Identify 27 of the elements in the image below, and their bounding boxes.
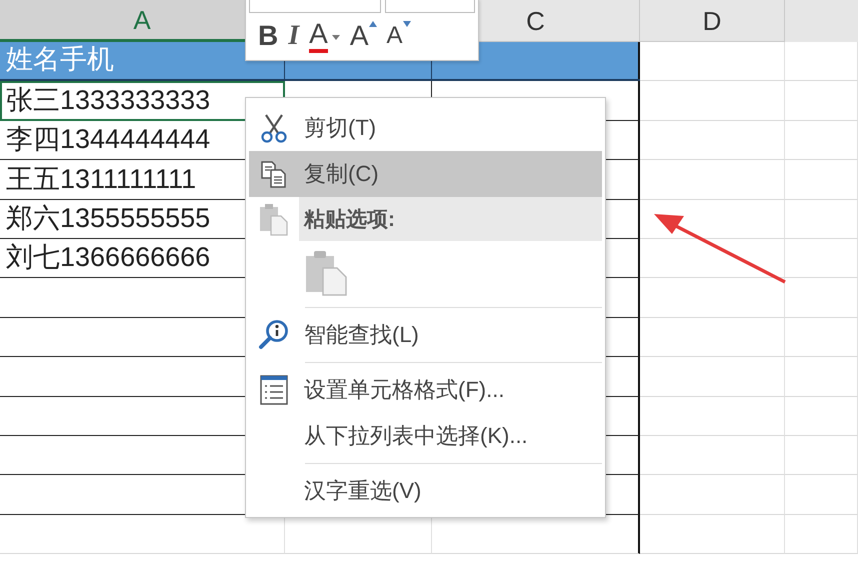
font-color-button[interactable]: A xyxy=(305,19,344,53)
column-header[interactable]: D xyxy=(702,6,722,36)
list-icon xyxy=(260,375,288,405)
menu-item[interactable]: 复制(C) xyxy=(249,151,602,197)
copy-icon xyxy=(260,160,288,188)
table-cell: 张三1333333333 xyxy=(0,81,285,121)
decrease-font-button[interactable]: A xyxy=(382,19,415,53)
search-icon xyxy=(258,319,290,351)
menu-item[interactable]: 设置单元格格式(F)... xyxy=(249,367,602,413)
italic-button[interactable]: I xyxy=(284,19,304,53)
menu-item[interactable]: 汉字重选(V) xyxy=(249,468,602,514)
paste-option-icon[interactable] xyxy=(305,248,349,296)
column-header[interactable]: C xyxy=(526,6,545,36)
menu-item[interactable]: 从下拉列表中选择(K)... xyxy=(249,413,602,459)
font-name-field[interactable] xyxy=(249,0,381,13)
font-size-field[interactable] xyxy=(385,0,475,13)
column-header[interactable]: A xyxy=(133,4,151,34)
menu-item[interactable]: 智能查找(L) xyxy=(249,312,602,358)
table-header-cell-text: 姓名手机 xyxy=(6,43,114,76)
caret-icon xyxy=(332,35,340,40)
increase-font-button[interactable]: A xyxy=(346,19,381,53)
down-triangle-icon xyxy=(402,21,411,27)
scissors-icon xyxy=(260,113,288,143)
menu-section-label: 粘贴选项: xyxy=(299,197,602,241)
up-triangle-icon xyxy=(368,21,377,27)
paste-icon xyxy=(259,202,289,236)
bold-button[interactable]: B xyxy=(254,19,282,53)
